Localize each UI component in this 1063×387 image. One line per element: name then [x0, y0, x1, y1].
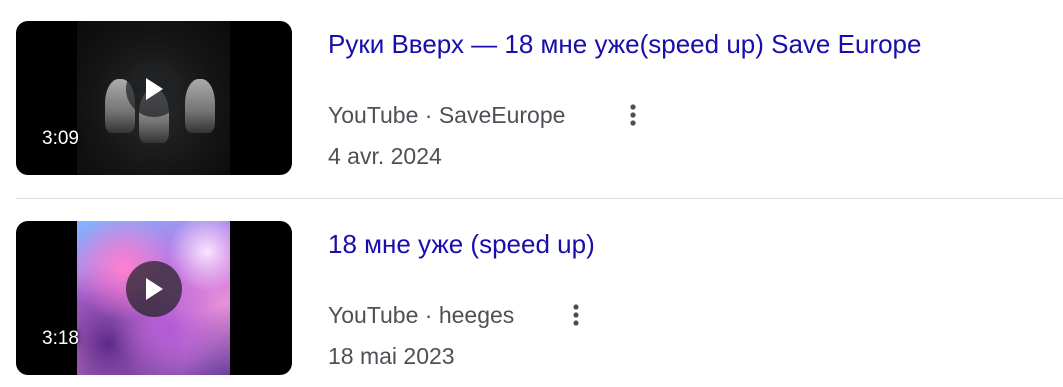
channel-name: SaveEurope	[438, 102, 566, 128]
channel-name: heeges	[438, 302, 515, 328]
statue-bust-graphic	[185, 79, 215, 133]
more-vert-icon	[573, 304, 579, 326]
video-result: 3:18 18 мне уже (speed up) YouTube · hee…	[0, 200, 1063, 380]
video-results-list: 3:09 Руки Вверх — 18 мне уже(speed up) S…	[0, 0, 1063, 387]
more-options-button[interactable]	[616, 98, 650, 132]
meta-separator: ·	[424, 302, 433, 328]
video-date: 4 avr. 2024	[328, 143, 442, 169]
play-icon[interactable]	[126, 261, 182, 317]
source-name: YouTube	[328, 102, 419, 128]
play-triangle	[146, 278, 163, 300]
more-vert-icon	[630, 104, 636, 126]
video-result: 3:09 Руки Вверх — 18 мне уже(speed up) S…	[0, 0, 1063, 180]
more-options-button[interactable]	[559, 298, 593, 332]
source-name: YouTube	[328, 302, 419, 328]
video-thumbnail[interactable]: 3:09	[16, 21, 292, 175]
video-duration: 3:09	[42, 128, 79, 149]
video-title-link[interactable]: Руки Вверх — 18 мне уже(speed up) Save E…	[328, 27, 921, 61]
video-title-link[interactable]: 18 мне уже (speed up)	[328, 227, 595, 261]
play-triangle	[146, 78, 163, 100]
video-source-meta: YouTube · SaveEurope	[328, 100, 565, 130]
video-date: 18 mai 2023	[328, 343, 455, 369]
play-icon[interactable]	[126, 61, 182, 117]
video-source-meta: YouTube · heeges	[328, 300, 514, 330]
video-duration: 3:18	[42, 328, 79, 349]
meta-separator: ·	[424, 102, 433, 128]
video-thumbnail[interactable]: 3:18	[16, 221, 292, 375]
result-divider	[16, 198, 1063, 199]
